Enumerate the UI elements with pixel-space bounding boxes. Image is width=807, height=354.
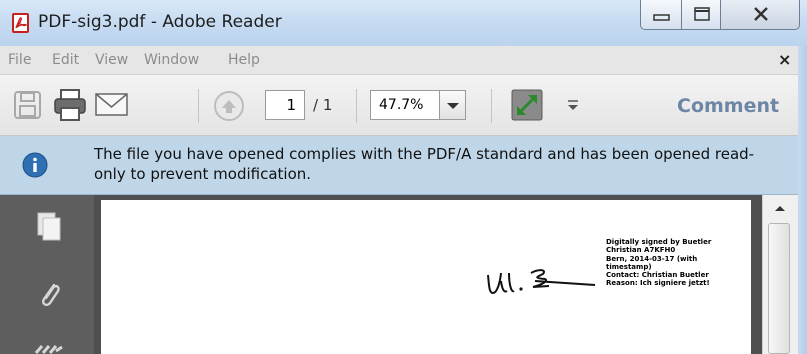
menu-edit[interactable]: Edit <box>52 52 79 68</box>
menu-help[interactable]: Help <box>228 52 260 68</box>
signature-line: Reason: Ich signiere jetzt! <box>606 279 710 288</box>
toolbar: 1 / 1 47.7% Comment <box>0 75 798 136</box>
maximize-icon <box>694 7 710 21</box>
minimize-icon <box>653 14 670 21</box>
menu-view[interactable]: View <box>95 52 128 68</box>
page-up-icon[interactable] <box>212 89 246 123</box>
digital-signature-block: Digitally signed by Buetler Christian A7… <box>606 238 711 288</box>
signature-line: Digitally signed by Buetler <box>606 238 712 246</box>
scroll-up-icon[interactable] <box>772 203 788 213</box>
maximize-button[interactable] <box>681 0 721 30</box>
menu-file[interactable]: File <box>8 52 31 68</box>
pdfa-info-bar: The file you have opened complies with t… <box>0 136 798 195</box>
adobe-reader-icon <box>12 13 29 33</box>
signature-line: Christian A7KFH0 <box>606 246 676 255</box>
attachments-icon[interactable] <box>36 279 62 311</box>
pages-icon[interactable] <box>36 211 62 241</box>
close-icon <box>754 7 768 21</box>
window-border <box>798 46 807 354</box>
vertical-scrollbar[interactable] <box>762 195 799 354</box>
email-icon[interactable] <box>94 91 130 119</box>
signature-line: timestamp) <box>606 262 652 271</box>
zoom-dropdown-icon <box>447 103 459 109</box>
toolbar-separator <box>491 89 492 123</box>
save-icon[interactable] <box>12 90 44 120</box>
toolbar-separator <box>356 89 357 123</box>
signatures-icon[interactable] <box>34 343 64 354</box>
signature-line: Contact: Christian Buetler <box>606 271 709 280</box>
window-title: PDF-sig3.pdf - Adobe Reader <box>38 12 282 32</box>
toolbar-separator <box>198 89 199 123</box>
zoom-dropdown-button[interactable] <box>440 90 466 120</box>
minimize-button[interactable] <box>640 0 682 30</box>
menu-bar: File Edit View Window Help × <box>0 46 798 75</box>
info-icon <box>22 152 48 178</box>
comment-button[interactable]: Comment <box>677 95 779 117</box>
signature-line: Bern, 2014-03-17 (with <box>606 254 698 263</box>
info-message: The file you have opened complies with t… <box>94 145 755 183</box>
page-total: / 1 <box>313 96 333 114</box>
title-bar: PDF-sig3.pdf - Adobe Reader <box>0 0 807 46</box>
page-number-input[interactable]: 1 <box>265 90 305 120</box>
document-area: Digitally signed by Buetler Christian A7… <box>94 195 762 354</box>
pdf-page: Digitally signed by Buetler Christian A7… <box>101 200 751 354</box>
toolbar-overflow-icon[interactable] <box>566 97 580 113</box>
full-screen-icon[interactable] <box>510 88 544 122</box>
menu-window[interactable]: Window <box>144 52 199 68</box>
handwritten-signature <box>487 269 596 295</box>
zoom-input[interactable]: 47.7% <box>370 90 440 120</box>
close-document-button[interactable]: × <box>778 50 791 69</box>
close-button[interactable] <box>720 0 800 30</box>
print-icon[interactable] <box>52 87 88 123</box>
scroll-thumb[interactable] <box>768 223 790 354</box>
navigation-pane <box>0 195 94 354</box>
